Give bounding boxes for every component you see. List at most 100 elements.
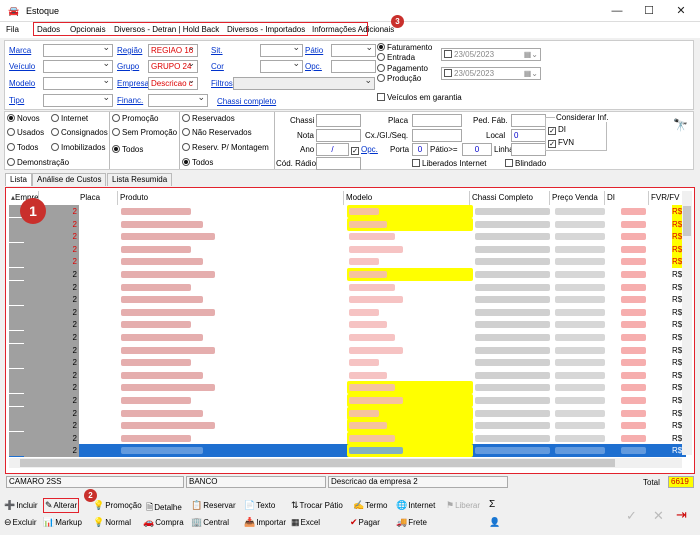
table-row[interactable]: 2 R$	[9, 444, 686, 458]
tipo-select[interactable]	[43, 92, 113, 107]
local-input[interactable]: 0	[511, 129, 546, 142]
col-header-chassi[interactable]: Chassi Completo	[470, 191, 550, 205]
radio-todos-1[interactable]: Todos	[7, 143, 38, 152]
table-row[interactable]: 2 R$	[9, 394, 686, 407]
patio-select[interactable]	[331, 42, 376, 57]
ano-input[interactable]: /	[316, 143, 349, 156]
frete-button[interactable]: 🚚Frete	[396, 517, 427, 528]
table-row[interactable]: 2 R$	[9, 293, 686, 307]
patio-ge-input[interactable]: 0	[462, 143, 492, 156]
sit-label[interactable]: Sit.	[211, 46, 223, 55]
opc-input[interactable]	[331, 60, 376, 73]
table-row[interactable]: 2 R$	[9, 368, 686, 382]
porta-input[interactable]: 0	[412, 143, 428, 156]
excel-button[interactable]: ▦Excel	[291, 517, 320, 528]
patio-label[interactable]: Pátio	[305, 46, 323, 55]
radio-sem-promocao[interactable]: Sem Promoção	[112, 128, 177, 137]
table-row[interactable]: 2 R$	[9, 381, 686, 395]
excluir-button[interactable]: ⊖Excluir	[4, 517, 37, 528]
table-row[interactable]: 2 R$	[9, 343, 686, 357]
date-to-input[interactable]: 23/05/2023 ▦⌄	[441, 67, 541, 80]
termo-button[interactable]: ✍Termo	[353, 500, 387, 511]
financ-select[interactable]	[148, 92, 208, 107]
table-row[interactable]: 2 R$	[9, 217, 686, 231]
radio-entrada[interactable]: Entrada	[377, 53, 415, 62]
marca-label[interactable]: Marca	[9, 46, 31, 55]
filtros-select[interactable]	[233, 75, 375, 90]
incluir-button[interactable]: ➕Incluir	[4, 500, 38, 511]
date-from-input[interactable]: 23/05/2023 ▦⌄	[441, 48, 541, 61]
pagar-button[interactable]: ✔Pagar	[350, 517, 380, 528]
cor-label[interactable]: Cor	[211, 62, 224, 71]
col-header-produto[interactable]: Produto	[118, 191, 344, 205]
di-checkbox[interactable]: ✓ DI	[548, 125, 566, 135]
h-scrollbar-thumb[interactable]	[20, 459, 615, 467]
opc-checkbox[interactable]: ✓ Opc.	[351, 145, 378, 155]
ped-fab-input[interactable]	[511, 114, 546, 127]
col-header-preco[interactable]: Preço Venda	[550, 191, 605, 205]
table-row[interactable]: 2 R$	[9, 356, 686, 370]
modelo-select[interactable]	[43, 75, 113, 90]
grupo-select[interactable]: GRUPO 24	[148, 58, 198, 73]
menu-fila[interactable]: Fila	[6, 25, 19, 34]
menu-diversos-detran[interactable]: Diversos - Detran | Hold Back	[114, 25, 219, 34]
regiao-select[interactable]: REGIAO 16	[148, 42, 198, 57]
radio-internet[interactable]: Internet	[51, 114, 88, 123]
veiculo-select[interactable]	[43, 58, 113, 73]
opc-label[interactable]: Opc.	[305, 62, 322, 71]
menu-diversos-importados[interactable]: Diversos - Importados	[227, 25, 305, 34]
promocao-button[interactable]: 💡Promoção	[93, 500, 142, 511]
nota-input[interactable]	[316, 129, 361, 142]
menu-informacoes-adicionais[interactable]: Informações Adicionais	[312, 25, 394, 34]
sum-button[interactable]: Σ	[489, 499, 495, 510]
grupo-label[interactable]: Grupo	[117, 62, 139, 71]
garantia-checkbox[interactable]: Veículos em garantia	[377, 93, 462, 102]
chassi-completo-link[interactable]: Chassi completo	[217, 97, 276, 106]
radio-todos-3[interactable]: Todos	[182, 158, 213, 167]
tab-lista-resumida[interactable]: Lista Resumida	[107, 173, 173, 186]
table-row[interactable]: 2 R$	[9, 230, 686, 244]
marca-select[interactable]	[43, 42, 113, 57]
cancel-icon[interactable]: ✕	[653, 508, 664, 524]
close-button[interactable]: ✕	[666, 3, 696, 19]
table-row[interactable]: 2 R$	[9, 242, 686, 256]
sit-select[interactable]	[260, 42, 303, 57]
exit-icon[interactable]: ⇥	[676, 507, 687, 523]
person-icon[interactable]: 👤	[489, 517, 500, 528]
radio-reservados[interactable]: Reservados	[182, 114, 235, 123]
col-header-placa[interactable]: Placa	[78, 191, 118, 205]
radio-promocao[interactable]: Promoção	[112, 114, 158, 123]
liberar-button[interactable]: ⚑Liberar	[446, 500, 480, 511]
table-row[interactable]: 2 R$	[9, 305, 686, 319]
trocar-patio-button[interactable]: ⇅Trocar Pátio	[291, 500, 343, 511]
radio-usados[interactable]: Usados	[7, 128, 44, 137]
table-row[interactable]: 2 R$	[9, 331, 686, 344]
radio-todos-2[interactable]: Todos	[112, 145, 143, 154]
table-row[interactable]: 2 R$	[9, 205, 686, 218]
cod-radio-input[interactable]	[316, 157, 361, 170]
normal-button[interactable]: 💡Normal	[93, 517, 131, 528]
liberados-internet-checkbox[interactable]: Liberados Internet	[412, 159, 487, 168]
tipo-label[interactable]: Tipo	[9, 96, 24, 105]
empresa-select[interactable]: Descricao c	[148, 75, 198, 90]
regiao-label[interactable]: Região	[117, 46, 142, 55]
importar-button[interactable]: 📥Importar	[244, 517, 286, 528]
menu-dados[interactable]: Dados	[37, 25, 60, 34]
radio-producao[interactable]: Produção	[377, 74, 421, 83]
table-row[interactable]: 2 R$	[9, 318, 686, 332]
radio-demonstracao[interactable]: Demonstração	[7, 158, 69, 167]
financ-label[interactable]: Financ.	[117, 96, 143, 105]
minimize-button[interactable]: —	[602, 3, 632, 19]
alterar-button[interactable]: ✎Alterar	[43, 498, 80, 513]
col-header-modelo[interactable]: Modelo	[344, 191, 470, 205]
col-header-di[interactable]: DI	[605, 191, 649, 205]
col-header-fvr[interactable]: FVR/FV	[649, 191, 683, 205]
binoculars-icon[interactable]: 🔭	[673, 118, 688, 132]
table-row[interactable]: 2 R$	[9, 406, 686, 420]
detalhe-button[interactable]: 🗎Detalhe	[146, 500, 182, 516]
scrollbar-thumb[interactable]	[683, 206, 691, 236]
internet-button[interactable]: 🌐Internet	[396, 500, 435, 511]
modelo-label[interactable]: Modelo	[9, 79, 35, 88]
blindado-checkbox[interactable]: Blindado	[505, 159, 546, 168]
markup-button[interactable]: 📊Markup	[43, 517, 82, 528]
